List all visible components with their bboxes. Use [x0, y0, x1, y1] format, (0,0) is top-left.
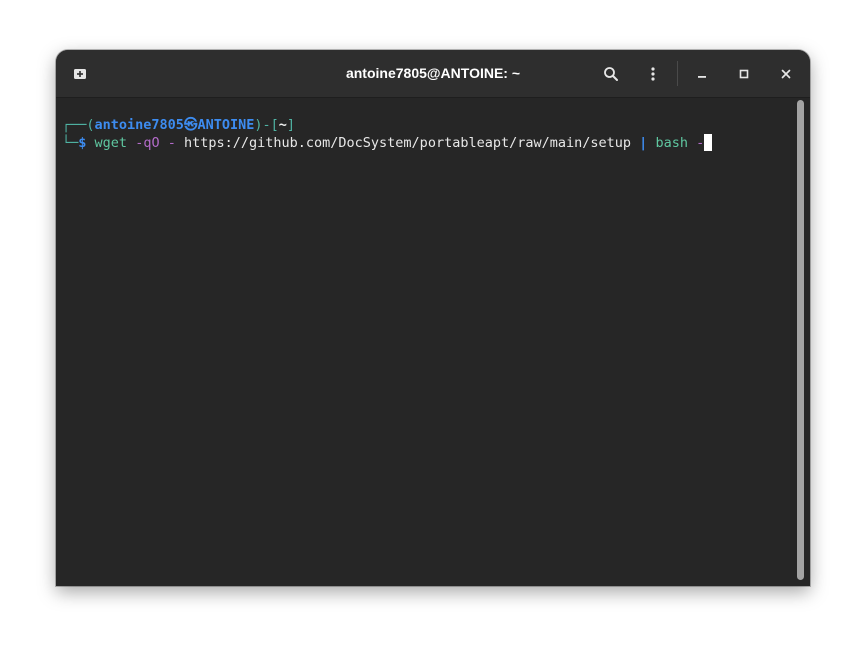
prompt-corner-bottom: └─ [62, 135, 79, 151]
prompt-dollar: $ [78, 135, 87, 151]
command-pipe-program: bash [655, 135, 688, 151]
text-cursor [704, 134, 713, 151]
header-bar: antoine7805@ANTOINE: ~ [56, 50, 810, 98]
prompt-cwd: ~ [278, 117, 287, 133]
prompt-at-symbol: ㉿ [183, 117, 198, 133]
command-flags: -qO - [135, 135, 176, 151]
menu-button[interactable] [639, 60, 667, 88]
prompt-user: antoine7805 [94, 117, 184, 133]
close-icon [781, 69, 791, 79]
prompt-dir-close: ] [286, 117, 296, 133]
search-button[interactable] [597, 60, 625, 88]
prompt-line: ┌──(antoine7805㉿ANTOINE)-[~] [62, 116, 295, 134]
command-line: └─$ wget -qO - https://github.com/DocSys… [62, 134, 713, 152]
close-button[interactable] [772, 60, 800, 88]
minimize-icon [698, 76, 706, 78]
terminal-output[interactable]: ┌──(antoine7805㉿ANTOINE)-[~] └─$ wget -q… [56, 98, 796, 586]
prompt-dash: - [262, 117, 271, 133]
command-program: wget [94, 135, 128, 151]
prompt-corner-top: ┌── [62, 117, 87, 133]
prompt-host: ANTOINE [197, 117, 255, 133]
maximize-button[interactable] [730, 60, 758, 88]
prompt-open-paren: ( [86, 117, 95, 133]
command-pipe: | [639, 135, 648, 151]
header-separator [677, 61, 678, 86]
prompt-dir-open: [ [270, 117, 279, 133]
terminal-window: antoine7805@ANTOINE: ~ ┌──(antoine7805㉿A… [56, 50, 810, 586]
command-url: https://github.com/DocSystem/portableapt… [183, 135, 632, 151]
kebab-menu-icon [651, 67, 655, 81]
search-icon [604, 67, 618, 81]
new-tab-icon [74, 69, 86, 79]
maximize-icon [739, 69, 749, 79]
command-pipe-arg: - [696, 135, 705, 151]
minimize-button[interactable] [688, 60, 716, 88]
scrollbar-thumb[interactable] [797, 100, 804, 580]
scrollbar[interactable] [797, 100, 806, 582]
new-tab-button[interactable] [66, 60, 94, 88]
